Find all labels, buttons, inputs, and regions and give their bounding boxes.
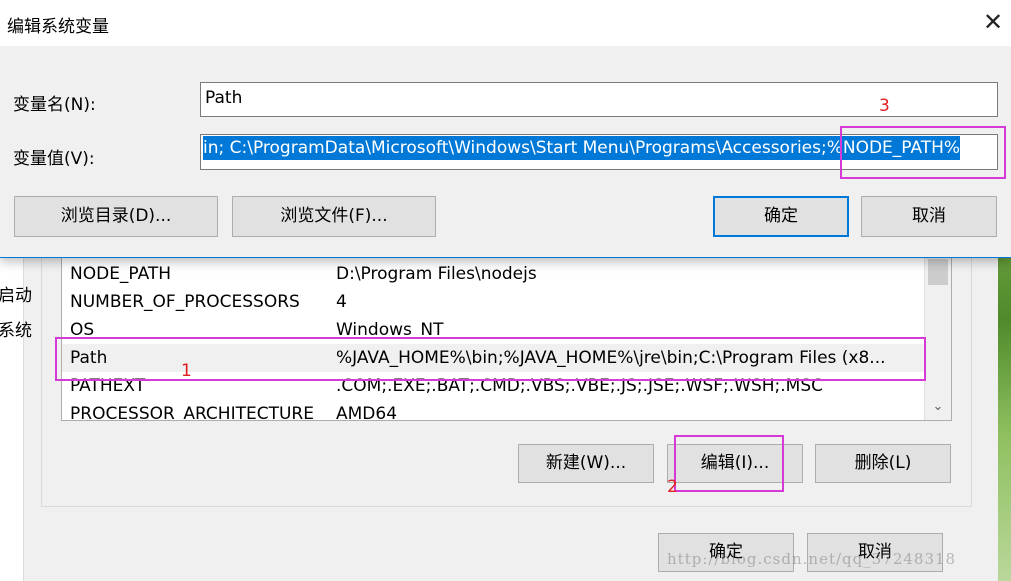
variable-name: NODE_PATH [70, 264, 172, 284]
cancel-button[interactable]: 取消 [861, 196, 997, 237]
new-variable-button[interactable]: 新建(W)... [518, 444, 654, 483]
browse-file-button[interactable]: 浏览文件(F)... [232, 196, 436, 237]
dialog-titlebar: 编辑系统变量 ✕ [0, 0, 1011, 46]
variable-name-value: Path [205, 88, 243, 108]
vertical-scrollbar[interactable]: ⌄ [924, 255, 951, 420]
annotation-box-edit-button [674, 435, 784, 492]
variable-name: PROCESSOR_ARCHITECTURE [70, 404, 314, 421]
list-item[interactable]: PROCESSOR_ARCHITECTURE AMD64 [62, 400, 924, 421]
list-item[interactable]: NODE_PATH D:\Program Files\nodejs [62, 260, 924, 288]
variable-value: D:\Program Files\nodejs [336, 264, 537, 284]
annotation-number-1: 1 [181, 361, 192, 381]
chevron-down-icon[interactable]: ⌄ [925, 398, 951, 416]
annotation-number-3: 3 [879, 96, 890, 116]
watermark: http://blog.csdn.net/qq_37248318 [667, 550, 957, 568]
annotation-number-2: 2 [667, 477, 678, 497]
clipped-label-system: 系统 [0, 321, 32, 341]
variable-name: NUMBER_OF_PROCESSORS [70, 292, 300, 312]
ok-button[interactable]: 确定 [713, 196, 849, 237]
close-icon[interactable]: ✕ [976, 5, 1010, 39]
scrollbar-thumb[interactable] [928, 259, 948, 285]
variable-name-label: 变量名(N): [13, 95, 96, 115]
variable-value: AMD64 [336, 404, 398, 421]
browse-directory-button[interactable]: 浏览目录(D)... [14, 196, 218, 237]
parent-left-panel: 启动 系统 [0, 255, 32, 581]
dialog-title: 编辑系统变量 [7, 17, 109, 37]
variable-value: 4 [336, 292, 347, 312]
delete-variable-button[interactable]: 删除(L) [815, 444, 951, 483]
list-item[interactable]: NUMBER_OF_PROCESSORS 4 [62, 288, 924, 316]
variable-value-label: 变量值(V): [13, 149, 95, 169]
clipped-label-startup: 启动 [0, 286, 32, 306]
annotation-box-node-path [840, 126, 1006, 179]
